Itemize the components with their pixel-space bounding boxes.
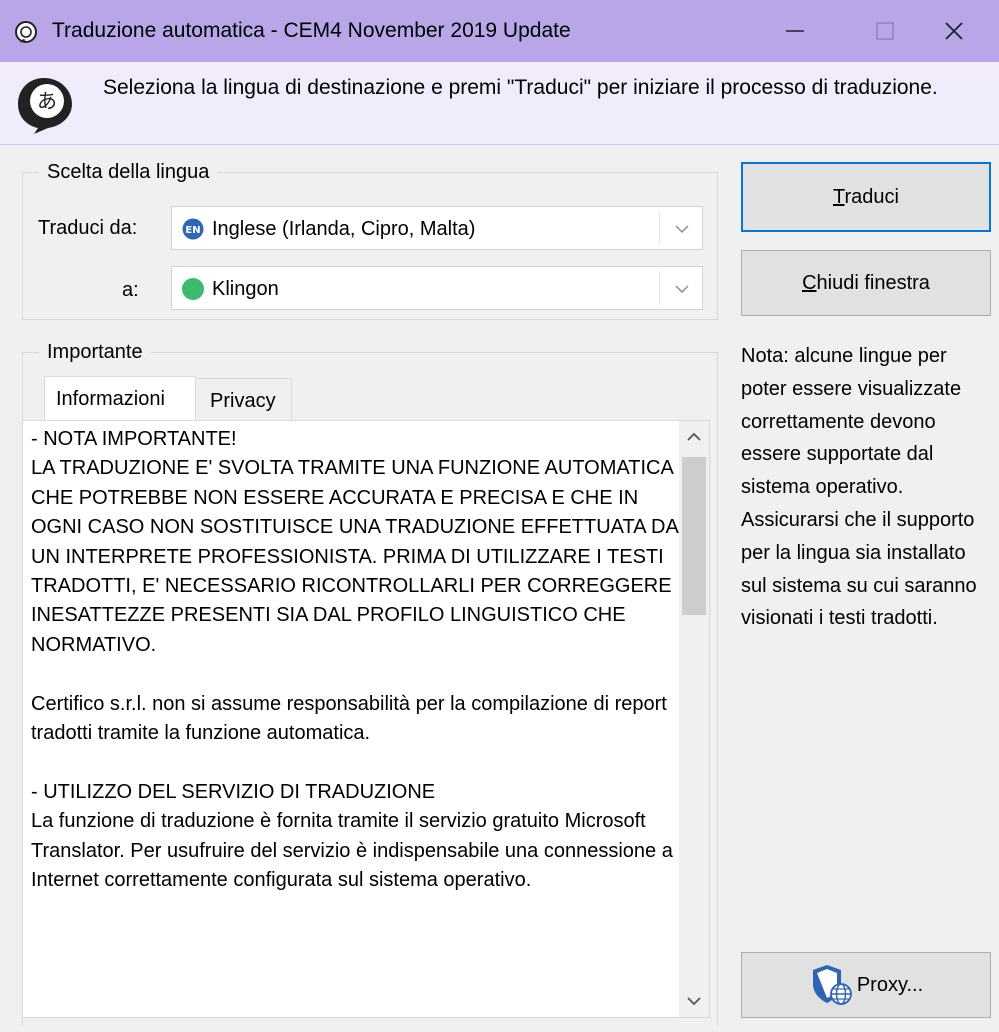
scroll-down-arrow-icon[interactable]	[686, 995, 702, 1007]
important-group-legend: Importante	[39, 338, 151, 366]
tab-privacy[interactable]: Privacy	[196, 378, 292, 420]
svg-text:あ: あ	[37, 89, 57, 113]
combo-divider	[659, 211, 660, 245]
shield-globe-icon	[812, 965, 852, 1005]
vertical-scrollbar[interactable]	[679, 421, 709, 1017]
close-icon	[945, 22, 963, 40]
translate-to-label: a:	[122, 279, 139, 301]
tab-informazioni[interactable]: Informazioni	[44, 376, 196, 421]
scrollbar-thumb[interactable]	[682, 457, 706, 615]
window-title: Traduzione automatica - CEM4 November 20…	[52, 19, 571, 42]
chevron-down-icon	[675, 225, 689, 233]
minimize-icon	[786, 30, 804, 32]
proxy-button[interactable]: Proxy...	[741, 952, 991, 1018]
translate-speech-bubble-icon: あ	[18, 78, 72, 134]
chevron-down-icon	[675, 285, 689, 293]
information-text-area[interactable]: - NOTA IMPORTANTE! LA TRADUZIONE E' SVOL…	[22, 420, 710, 1018]
svg-text:EN: EN	[185, 225, 200, 236]
combo-divider	[659, 271, 660, 305]
instruction-banner: あ Seleziona la lingua di destinazione e …	[0, 62, 999, 145]
banner-text: Seleziona la lingua di destinazione e pr…	[103, 76, 938, 99]
source-language-select[interactable]: EN Inglese (Irlanda, Cipro, Malta)	[171, 206, 703, 250]
maximize-icon	[876, 22, 894, 40]
close-dialog-button[interactable]: Chiudi finestra	[741, 250, 991, 316]
language-support-note: Nota: alcune lingue per poter essere vis…	[741, 345, 977, 630]
information-text: - NOTA IMPORTANTE! LA TRADUZIONE E' SVOL…	[31, 428, 678, 892]
target-language-select[interactable]: Klingon	[171, 266, 703, 310]
scroll-up-arrow-icon[interactable]	[686, 431, 702, 443]
translate-from-label: Traduci da:	[38, 217, 138, 239]
translate-app-icon	[15, 21, 37, 43]
title-bar[interactable]: Traduzione automatica - CEM4 November 20…	[0, 0, 999, 62]
proxy-button-label: Proxy...	[856, 973, 924, 996]
close-dialog-button-label: Chiudi finestra	[802, 271, 930, 294]
source-language-value: Inglese (Irlanda, Cipro, Malta)	[212, 218, 476, 240]
klingon-language-icon	[182, 278, 204, 300]
english-language-icon: EN	[182, 218, 204, 240]
minimize-button[interactable]	[750, 0, 840, 62]
translate-button-label: Traduci	[833, 185, 899, 208]
close-window-button[interactable]	[909, 0, 999, 62]
language-group-legend: Scelta della lingua	[39, 158, 218, 186]
target-language-value: Klingon	[212, 278, 279, 300]
translate-button[interactable]: Traduci	[741, 162, 991, 232]
